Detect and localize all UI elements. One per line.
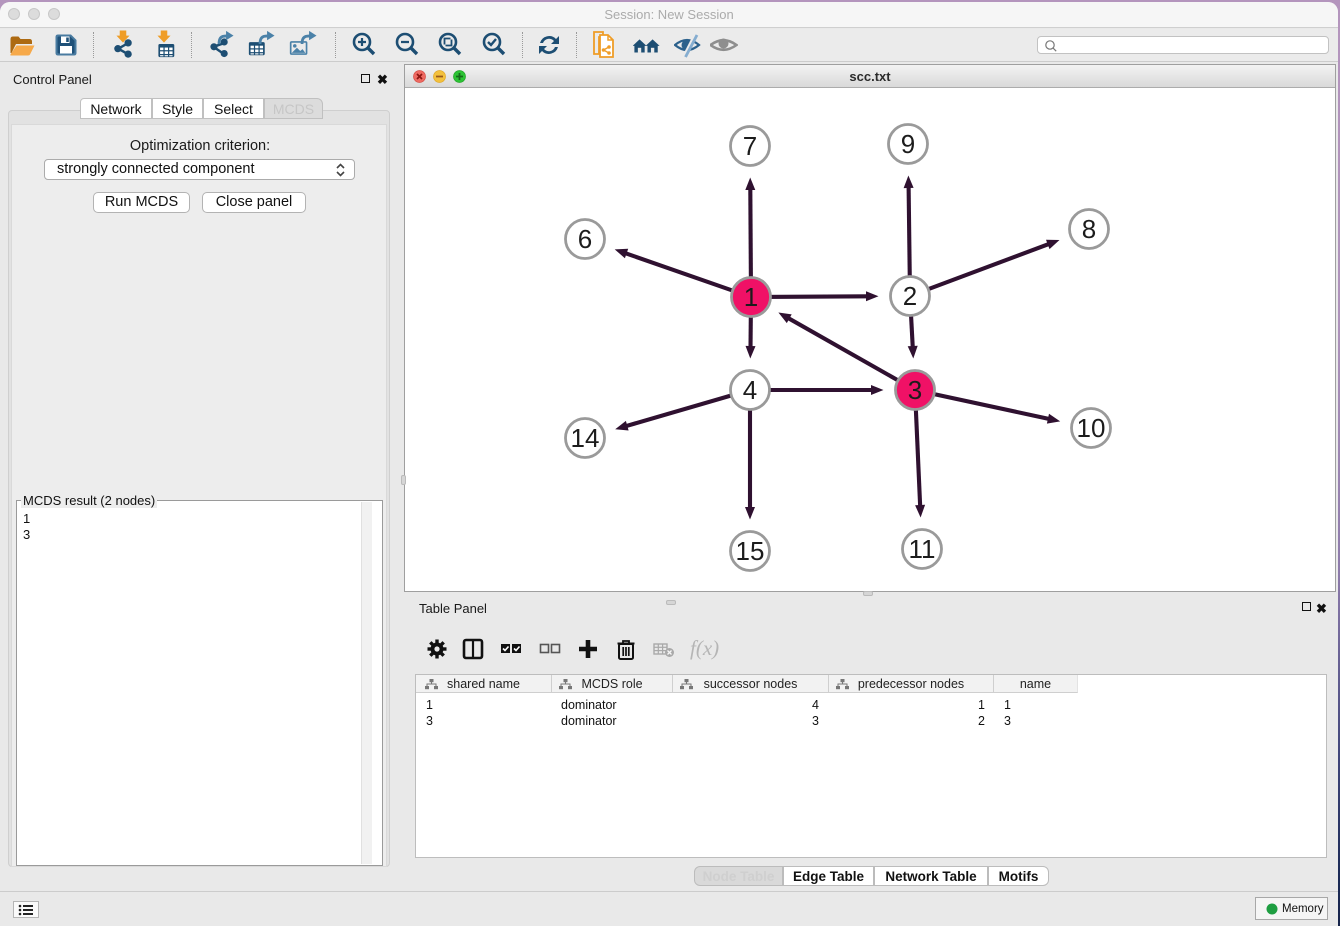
- svg-text:1: 1: [744, 282, 758, 312]
- svg-text:14: 14: [571, 423, 600, 453]
- svg-text:9: 9: [901, 129, 915, 159]
- svg-text:3: 3: [908, 375, 922, 405]
- svg-text:15: 15: [736, 536, 765, 566]
- svg-text:10: 10: [1077, 413, 1106, 443]
- svg-text:2: 2: [903, 281, 917, 311]
- svg-text:11: 11: [909, 534, 936, 564]
- svg-text:7: 7: [743, 131, 757, 161]
- svg-text:8: 8: [1082, 214, 1096, 244]
- svg-text:4: 4: [743, 375, 757, 405]
- svg-text:6: 6: [578, 224, 592, 254]
